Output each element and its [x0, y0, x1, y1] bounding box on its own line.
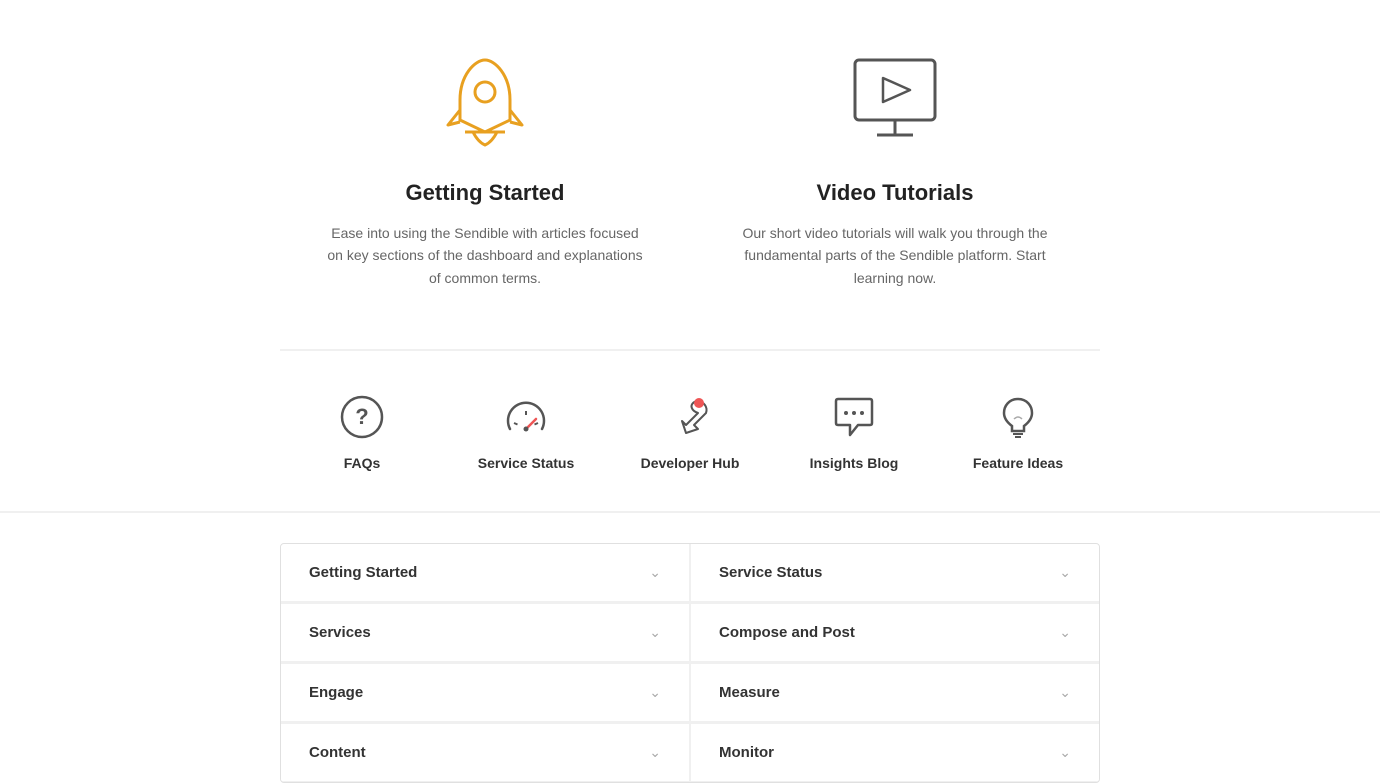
video-tutorials-card[interactable]: Video Tutorials Our short video tutorial… [690, 20, 1100, 309]
nav-icons-row: ? FAQs Service Status [0, 351, 1380, 513]
accordion-services[interactable]: Services ⌄ [281, 604, 689, 662]
accordion-getting-started[interactable]: Getting Started ⌄ [281, 544, 689, 602]
video-tutorials-title: Video Tutorials [817, 180, 974, 206]
chevron-down-icon: ⌄ [1059, 624, 1071, 641]
chevron-down-icon: ⌄ [649, 624, 661, 641]
rocket-icon-area [440, 40, 530, 160]
getting-started-title: Getting Started [406, 180, 565, 206]
chevron-down-icon: ⌄ [1059, 744, 1071, 761]
accordion-compose-and-post[interactable]: Compose and Post ⌄ [691, 604, 1099, 662]
accordion-grid: Getting Started ⌄ Service Status ⌄ Servi… [280, 543, 1100, 783]
accordion-engage[interactable]: Engage ⌄ [281, 664, 689, 722]
monitor-icon-area [845, 40, 945, 160]
chevron-down-icon: ⌄ [649, 564, 661, 581]
nav-feature-ideas[interactable]: Feature Ideas [936, 381, 1100, 481]
dev-tool-icon [664, 391, 716, 443]
accordion-content[interactable]: Content ⌄ [281, 724, 689, 782]
chat-bubble-icon [828, 391, 880, 443]
service-status-label: Service Status [478, 455, 575, 471]
getting-started-card[interactable]: Getting Started Ease into using the Send… [280, 20, 690, 309]
nav-developer-hub[interactable]: Developer Hub [608, 381, 772, 481]
nav-faqs[interactable]: ? FAQs [280, 381, 444, 481]
monitor-play-icon [845, 50, 945, 150]
svg-text:?: ? [355, 404, 368, 429]
insights-blog-label: Insights Blog [810, 455, 899, 471]
developer-hub-label: Developer Hub [641, 455, 740, 471]
question-circle-icon: ? [336, 391, 388, 443]
speedometer-icon [500, 391, 552, 443]
top-section: Getting Started Ease into using the Send… [0, 0, 1380, 349]
accordion-monitor[interactable]: Monitor ⌄ [691, 724, 1099, 782]
nav-insights-blog[interactable]: Insights Blog [772, 381, 936, 481]
accordion-service-status[interactable]: Service Status ⌄ [691, 544, 1099, 602]
chevron-down-icon: ⌄ [1059, 564, 1071, 581]
nav-service-status[interactable]: Service Status [444, 381, 608, 481]
lightbulb-icon [992, 391, 1044, 443]
video-tutorials-desc: Our short video tutorials will walk you … [735, 222, 1055, 289]
getting-started-desc: Ease into using the Sendible with articl… [325, 222, 645, 289]
chevron-down-icon: ⌄ [1059, 684, 1071, 701]
accordion-measure[interactable]: Measure ⌄ [691, 664, 1099, 722]
faqs-label: FAQs [344, 455, 381, 471]
chevron-down-icon: ⌄ [649, 684, 661, 701]
feature-ideas-label: Feature Ideas [973, 455, 1063, 471]
chevron-down-icon: ⌄ [649, 744, 661, 761]
rocket-icon [440, 50, 530, 150]
